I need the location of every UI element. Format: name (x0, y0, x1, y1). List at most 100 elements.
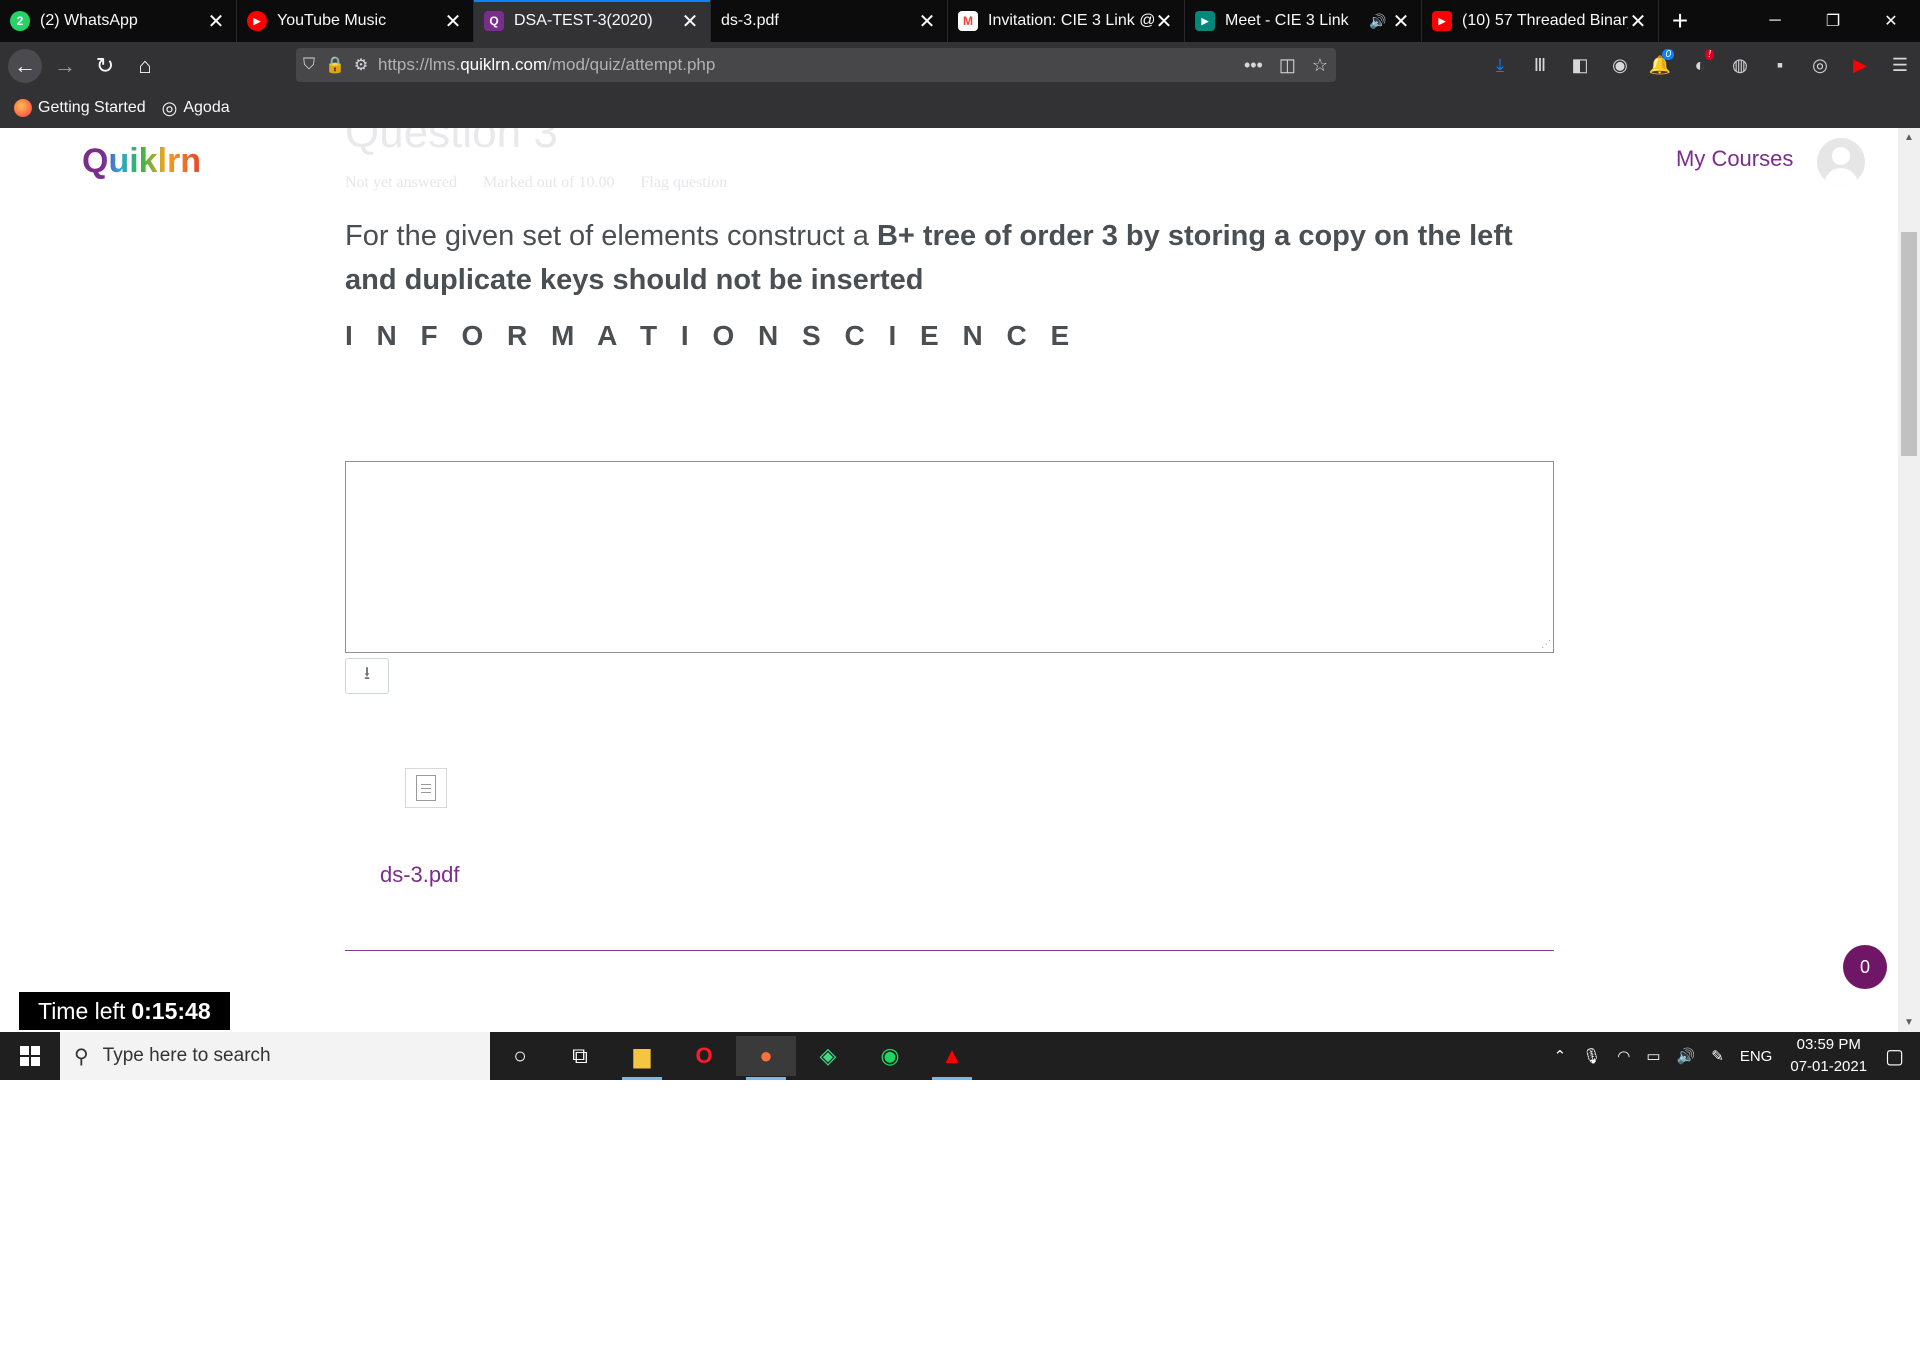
restore-icon[interactable]: ❐ (1804, 0, 1862, 42)
quiz-timer: Time left 0:15:48 (19, 992, 230, 1030)
avatar[interactable] (1817, 138, 1865, 186)
close-icon[interactable]: ✕ (206, 9, 226, 34)
resize-grip-icon[interactable]: ⋰ (1541, 639, 1551, 650)
library-icon[interactable]: Ⅲ (1520, 55, 1560, 76)
tab-title: YouTube Music (277, 12, 387, 29)
shield-icon[interactable]: ⛉ (296, 56, 322, 74)
pen-icon[interactable]: ✎ (1703, 1047, 1732, 1065)
extension-alert-icon[interactable]: ◐! (1680, 48, 1720, 76)
tab-youtube-music[interactable]: ▶ YouTube Music ✕ (237, 0, 474, 42)
scroll-up-icon[interactable]: ▲ (1903, 132, 1915, 143)
microphone-icon[interactable]: 🎙 (1574, 1047, 1609, 1065)
flag-question-link[interactable]: Flag question (641, 174, 728, 192)
tab-pdf[interactable]: ds-3.pdf ✕ (711, 0, 948, 42)
tab-meet[interactable]: ▶ Meet - CIE 3 Link 🔊 ✕ (1185, 0, 1422, 42)
back-arrow-icon[interactable]: ← (8, 49, 42, 83)
minimize-icon[interactable]: ─ (1746, 0, 1804, 42)
speaker-icon[interactable]: 🔊 (1369, 13, 1391, 30)
bookmark-star-icon[interactable]: ☆ (1312, 55, 1328, 76)
bookmark-label: Getting Started (38, 99, 146, 116)
bookmark-agoda[interactable]: ◎ Agoda (162, 98, 230, 119)
tab-whatsapp[interactable]: 2 (2) WhatsApp ✕ (0, 0, 237, 42)
spotify-icon[interactable]: ◉ (860, 1036, 920, 1076)
clock[interactable]: 03:59 PM 07-01-2021 (1780, 1034, 1877, 1078)
scrollbar-thumb[interactable] (1901, 232, 1917, 456)
language-indicator[interactable]: ENG (1732, 1048, 1781, 1065)
chrome-extension-icon[interactable]: ◍ (1720, 55, 1760, 76)
opera-icon[interactable]: O (674, 1036, 734, 1076)
screen: 2 (2) WhatsApp ✕ ▶ YouTube Music ✕ Q DSA… (0, 0, 1920, 1366)
logo-text: Quiklrn (82, 142, 202, 180)
pocket-icon[interactable]: ◫ (1279, 55, 1296, 76)
close-icon[interactable]: ✕ (1391, 9, 1411, 34)
more-actions-icon[interactable]: ••• (1244, 55, 1263, 76)
question-heading: Question 3 (345, 128, 558, 157)
avatar-head (1832, 147, 1850, 165)
tab-gmail-invitation[interactable]: M Invitation: CIE 3 Link @ T ✕ (948, 0, 1185, 42)
file-document-icon[interactable] (405, 768, 447, 808)
extension-dots-icon[interactable]: ▪ (1760, 55, 1800, 76)
tab-title: (10) 57 Threaded Binary (1462, 12, 1628, 29)
timer-label: Time left (38, 997, 126, 1024)
acrobat-icon[interactable]: ▲ (922, 1036, 982, 1080)
lock-icon[interactable]: 🔒 (322, 55, 348, 75)
globe-icon[interactable]: ◎ (1800, 55, 1840, 76)
task-view-icon[interactable]: ⧉ (550, 1036, 610, 1076)
extension-notification-icon[interactable]: 🔔 0 (1640, 48, 1680, 76)
question-state: Not yet answered (345, 174, 457, 191)
avatar-body (1824, 168, 1858, 186)
quiklrn-icon: Q (484, 11, 504, 31)
close-window-icon[interactable]: ✕ (1862, 0, 1920, 42)
bookmark-getting-started[interactable]: Getting Started (14, 99, 146, 117)
close-icon[interactable]: ✕ (1154, 9, 1174, 34)
tray-overflow-icon[interactable]: ⌃ (1546, 1047, 1575, 1065)
volume-icon[interactable]: 🔊 (1669, 1047, 1704, 1065)
android-studio-icon[interactable]: ◈ (798, 1036, 858, 1076)
alert-badge: ! (1705, 48, 1714, 60)
notification-counter-button[interactable]: 0 (1843, 945, 1887, 989)
download-answer-button[interactable]: ⭳ (345, 658, 389, 694)
action-center-icon[interactable]: ▢ (1877, 1044, 1920, 1069)
new-tab-button[interactable]: + (1659, 0, 1701, 42)
windows-logo-icon (20, 1046, 40, 1066)
my-courses-link[interactable]: My Courses (1676, 146, 1793, 172)
globe-icon: ◎ (161, 97, 178, 118)
home-icon[interactable]: ⌂ (128, 49, 162, 83)
battery-icon[interactable]: ▭ (1638, 1047, 1668, 1065)
close-icon[interactable]: ✕ (1628, 9, 1648, 34)
notification-badge: 0 (1662, 48, 1674, 60)
menu-icon[interactable]: ☰ (1880, 55, 1920, 76)
tab-dsa-test[interactable]: Q DSA-TEST-3(2020) ✕ (474, 0, 711, 42)
url-bar[interactable]: ⛉ 🔒 ⚙ https://lms.quiklrn.com/mod/quiz/a… (296, 48, 1336, 82)
answer-textarea[interactable]: ⋰ (345, 461, 1554, 653)
close-icon[interactable]: ✕ (917, 9, 937, 34)
youtube-extension-icon[interactable]: ▶ (1840, 55, 1880, 76)
url-text[interactable]: https://lms.quiklrn.com/mod/quiz/attempt… (374, 55, 715, 75)
page-scrollbar[interactable]: ▲ ▼ (1898, 128, 1920, 1032)
tab-youtube[interactable]: ▶ (10) 57 Threaded Binary ✕ (1422, 0, 1659, 42)
attachment-link[interactable]: ds-3.pdf (380, 862, 460, 888)
quiklrn-logo[interactable]: Quiklrn (82, 142, 201, 181)
youtube-icon: ▶ (1432, 11, 1452, 31)
wifi-icon[interactable]: ◠ (1609, 1047, 1638, 1065)
download-icon[interactable]: ⤓ (1480, 55, 1520, 76)
reload-icon[interactable]: ↻ (88, 49, 122, 83)
start-button[interactable] (0, 1032, 60, 1080)
close-icon[interactable]: ✕ (680, 9, 700, 34)
file-explorer-icon[interactable]: ▆ (612, 1036, 672, 1080)
close-icon[interactable]: ✕ (443, 9, 463, 34)
download-tray-icon: ⭳ (363, 663, 371, 683)
quiz-page: Question 3 Not yet answered Marked out o… (0, 128, 1920, 1032)
sidebar-icon[interactable]: ◧ (1560, 55, 1600, 76)
tab-title: Meet - CIE 3 Link (1225, 12, 1349, 29)
search-placeholder: Type here to search (102, 1045, 271, 1066)
permissions-icon[interactable]: ⚙ (348, 55, 374, 75)
forward-arrow-icon[interactable]: → (48, 49, 82, 83)
cortana-icon[interactable]: ○ (490, 1036, 550, 1076)
divider (345, 950, 1554, 951)
account-icon[interactable]: ◉ (1600, 55, 1640, 76)
tab-title: DSA-TEST-3(2020) (514, 12, 653, 29)
firefox-taskbar-icon[interactable]: ● (736, 1036, 796, 1080)
scroll-down-icon[interactable]: ▼ (1903, 1017, 1915, 1028)
taskbar-search[interactable]: ⚲ Type here to search (60, 1032, 490, 1080)
